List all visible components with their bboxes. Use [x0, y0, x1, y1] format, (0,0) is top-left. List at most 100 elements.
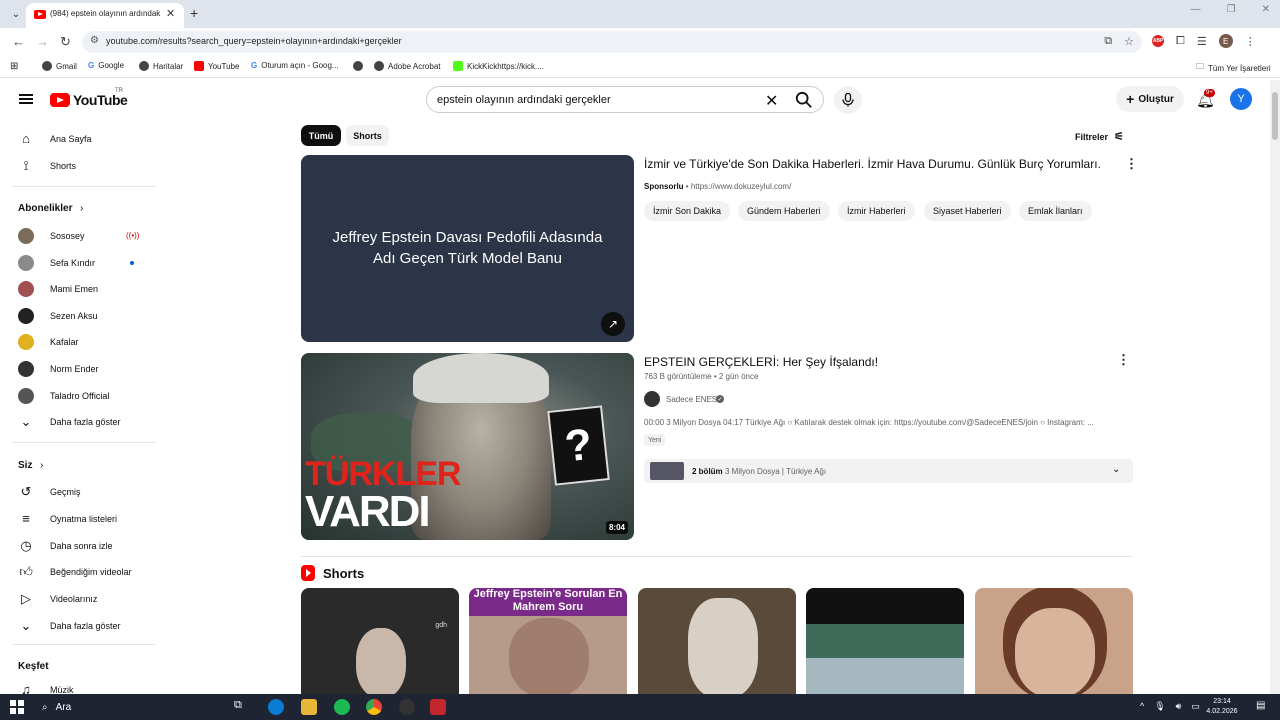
tab-close-icon[interactable]: ✕ [166, 7, 175, 20]
sidebar-item-kafalar[interactable]: Kafalar [0, 328, 156, 355]
external-link-icon[interactable]: ↗ [601, 312, 625, 336]
clear-search-icon[interactable]: ✕ [765, 91, 778, 111]
short-card[interactable] [638, 588, 796, 698]
short-card[interactable] [806, 588, 964, 698]
filters-button[interactable]: Filtreler ⚟ [1075, 130, 1124, 143]
menu-hamburger-icon[interactable] [19, 94, 33, 104]
search-box[interactable]: ✕ [426, 86, 824, 113]
ad-sitelink[interactable]: Siyaset Haberleri [924, 201, 1011, 221]
video-more-icon[interactable]: ⋮ [1117, 352, 1130, 368]
short-card[interactable] [975, 588, 1133, 698]
install-app-icon[interactable]: ⧉ [1104, 35, 1112, 48]
create-button[interactable]: + Oluştur [1116, 86, 1184, 112]
apps-grid-icon[interactable]: ⊞ [10, 61, 18, 72]
sidebar-item-your-videos[interactable]: ▷ Videolarınız [0, 585, 156, 612]
bookmark-kick[interactable]: KickKickhttps://kick.... [453, 61, 544, 71]
sidebar-show-more-you[interactable]: ⌄ Daha fazla göster [0, 612, 156, 639]
sidebar-item-sososey[interactable]: Sososey ((•)) [0, 222, 156, 249]
channel-name[interactable]: Sadece ENES [666, 395, 717, 404]
taskbar-clock[interactable]: 23:14 4.02.2026 [1200, 697, 1244, 717]
channel-avatar[interactable] [644, 391, 660, 407]
extensions-icon[interactable]: ⧠ [1176, 35, 1185, 48]
windows-start-icon[interactable] [10, 700, 24, 714]
sidebar-item-sezen-aksu[interactable]: Sezen Aksu [0, 302, 156, 329]
back-icon[interactable]: ← [12, 34, 25, 49]
obs-icon[interactable] [399, 699, 415, 715]
ad-title[interactable]: İzmir ve Türkiye'de Son Dakika Haberleri… [644, 157, 1101, 171]
edge-icon[interactable] [268, 699, 284, 715]
sidebar-item-history[interactable]: ↺ Geçmiş [0, 478, 156, 505]
profile-avatar[interactable]: E [1218, 34, 1233, 48]
mic-tray-icon[interactable]: 🎙︎ [1154, 701, 1165, 712]
search-input[interactable] [437, 94, 747, 106]
ad-sitelink[interactable]: İzmir Haberleri [838, 201, 915, 221]
chapters-bar[interactable]: 2 bölüm 3 Milyon Dosya | Türkiye Ağı ⌄ [644, 459, 1133, 483]
acrobat-icon[interactable] [430, 699, 446, 715]
ad-thumbnail-text: Jeffrey Epstein Davası Pedofili Adasında… [332, 229, 603, 267]
new-tab-icon[interactable]: + [190, 5, 198, 21]
ad-sitelink[interactable]: Gündem Haberleri [738, 201, 830, 221]
bookmark-star-icon[interactable]: ☆ [1124, 35, 1134, 48]
ad-thumbnail[interactable]: Jeffrey Epstein Davası Pedofili Adasında… [301, 155, 634, 342]
volume-icon[interactable]: 🔊︎ [1176, 701, 1182, 712]
sidebar-item-playlists[interactable]: ≡ Oynatma listeleri [0, 505, 156, 532]
ad-sitelink[interactable]: İzmir Son Dakika [644, 201, 731, 221]
search-icon[interactable] [795, 91, 813, 109]
account-avatar[interactable]: Y [1230, 88, 1252, 110]
ad-url[interactable]: https://www.dokuzeylul.com/ [691, 182, 791, 191]
all-bookmarks[interactable]: 🗀 Tüm Yer İşaretleri [1196, 61, 1271, 75]
video-title[interactable]: EPSTEIN GERÇEKLERİ: Her Şey İfşalandı! [644, 355, 878, 369]
sidebar-item-mami-emen[interactable]: Mami Emen [0, 275, 156, 302]
browser-tab-active[interactable]: (984) epstein olayının ardındaki ✕ [26, 3, 184, 28]
sidebar-subscriptions-header[interactable]: Abonelikler › [0, 195, 156, 222]
sidebar-show-more-subs[interactable]: ⌄ Daha fazla göster [0, 408, 156, 435]
bookmark-gmail[interactable]: Gmail [42, 61, 77, 71]
short-card[interactable]: gdh [301, 588, 459, 698]
browser-menu-icon[interactable]: ⋮ [1245, 35, 1256, 48]
minimize-icon[interactable]: — [1191, 4, 1201, 15]
sidebar-item-watch-later[interactable]: ◷ Daha sonra izle [0, 532, 156, 559]
scrollbar-thumb[interactable] [1272, 92, 1278, 140]
short-card[interactable]: Jeffrey Epstein'e Sorulan En Mahrem Soru [469, 588, 627, 698]
sidebar-item-shorts[interactable]: ⟟ Shorts [0, 152, 156, 179]
reload-icon[interactable]: ↻ [60, 34, 71, 50]
voice-search-button[interactable] [834, 86, 862, 114]
sidebar-item-liked[interactable]: 👍︎ Beğendiğim videolar [0, 558, 156, 585]
address-bar[interactable]: ⚙ youtube.com/results?search_query=epste… [82, 31, 1142, 53]
file-explorer-icon[interactable] [301, 699, 317, 715]
site-info-icon[interactable]: ⚙ [90, 35, 99, 46]
video-thumbnail[interactable]: ? TÜRKLER VARDI 8:04 [301, 353, 634, 540]
ad-sitelink[interactable]: Emlak İlanları [1019, 201, 1092, 221]
tab-search-icon[interactable]: ⌄ [6, 5, 26, 23]
sidebar-item-norm-ender[interactable]: Norm Ender [0, 355, 156, 382]
chip-shorts[interactable]: Shorts [346, 125, 389, 146]
task-view-icon[interactable]: ⧉ [234, 699, 250, 715]
sidebar-you-header[interactable]: Siz › [0, 452, 156, 479]
chip-all[interactable]: Tümü [301, 125, 341, 146]
chevron-up-icon[interactable]: ^ [1140, 701, 1144, 712]
url-text[interactable]: youtube.com/results?search_query=epstein… [106, 36, 402, 46]
sidebar-item-taladro[interactable]: Taladro Official [0, 382, 156, 409]
network-icon[interactable]: ▭ [1191, 701, 1200, 712]
bookmark-google[interactable]: G Google [88, 61, 124, 70]
reading-list-icon[interactable]: ☰ [1197, 35, 1207, 48]
page-scrollbar[interactable] [1270, 80, 1280, 694]
ad-more-icon[interactable]: ⋮ [1125, 156, 1138, 172]
close-window-icon[interactable]: ✕ [1262, 4, 1270, 15]
forward-icon[interactable]: → [36, 34, 49, 49]
spotify-icon[interactable] [334, 699, 350, 715]
notification-center-icon[interactable]: ▤ [1256, 700, 1265, 711]
taskbar-search[interactable]: ⌕ Ara [34, 698, 224, 717]
bookmark-adobe[interactable]: Adobe Acrobat [374, 61, 440, 71]
adblock-extension-icon[interactable]: ABP [1152, 35, 1164, 47]
bookmark-google-login[interactable]: G Oturum açın - Goog... [251, 61, 339, 70]
sidebar-item-sefa-kindir[interactable]: Sefa Kındır [0, 249, 156, 276]
restore-icon[interactable]: ❐ [1227, 4, 1236, 15]
chevron-down-icon[interactable]: ⌄ [1112, 464, 1120, 475]
sidebar-item-home[interactable]: ⌂ Ana Sayfa [0, 125, 156, 152]
bookmark-haritalar[interactable]: Haritalar [139, 61, 183, 71]
chrome-icon[interactable] [366, 699, 382, 715]
youtube-logo[interactable]: YouTube [50, 92, 128, 108]
bookmark-youtube[interactable]: YouTube [194, 61, 239, 71]
bookmark-globe[interactable] [353, 61, 363, 71]
